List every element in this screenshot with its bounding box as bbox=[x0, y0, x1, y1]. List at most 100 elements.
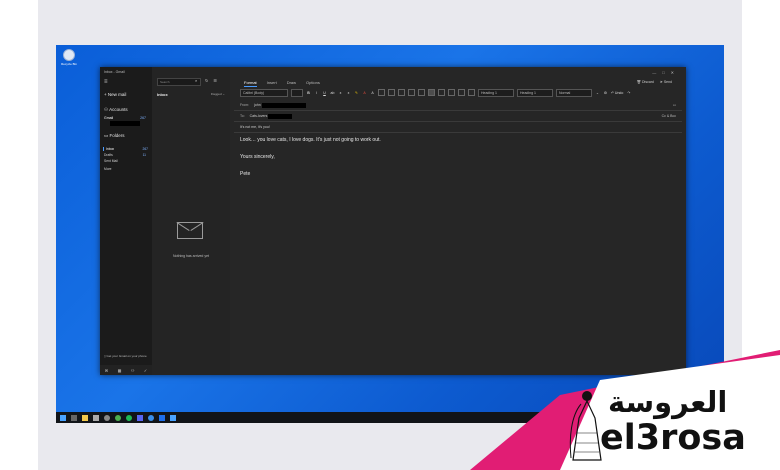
chrome-icon[interactable] bbox=[115, 414, 121, 421]
cc-bcc-button[interactable]: Cc & Bcc bbox=[662, 112, 676, 121]
heading-1-style[interactable]: Heading 1 bbox=[478, 88, 514, 97]
redo-icon[interactable]: ↷ bbox=[626, 91, 631, 95]
bullets-icon[interactable] bbox=[378, 89, 385, 96]
indent-icon[interactable] bbox=[408, 89, 415, 96]
send-label: Send bbox=[663, 80, 672, 84]
windows-start-icon[interactable] bbox=[60, 414, 66, 421]
to-field[interactable]: To: Cats-lovers Cc & Bcc bbox=[234, 112, 682, 122]
body-line: Look… you love cats, I love dogs. It's j… bbox=[240, 137, 381, 143]
settings-icon[interactable] bbox=[93, 414, 99, 421]
discard-label: Discard bbox=[642, 80, 654, 84]
format-ribbon: Calibri (Body) B I U ab x x ✎ A A Headin… bbox=[240, 88, 676, 97]
discard-button[interactable]: 🗑 Discard bbox=[637, 80, 654, 84]
font-size-dropdown[interactable] bbox=[291, 88, 303, 97]
subscript-button[interactable]: x bbox=[338, 91, 343, 95]
font-color-icon[interactable]: A bbox=[362, 91, 367, 95]
brand-latin: el3rosa bbox=[600, 418, 746, 458]
filter-icon[interactable]: ☰ bbox=[213, 78, 222, 83]
calendar-icon[interactable]: ▦ bbox=[118, 368, 122, 373]
folder-count: 267 bbox=[142, 147, 148, 151]
popout-icon[interactable]: ▭ bbox=[673, 101, 676, 110]
tab-insert[interactable]: Insert bbox=[267, 80, 277, 87]
numbering-icon[interactable] bbox=[388, 89, 395, 96]
align-center-icon[interactable] bbox=[438, 89, 445, 96]
to-label: To: bbox=[240, 114, 245, 118]
spotify-icon[interactable] bbox=[126, 414, 132, 421]
paragraph-icon[interactable] bbox=[418, 89, 425, 96]
tab-draw[interactable]: Draw bbox=[287, 80, 296, 87]
underline-button[interactable]: U bbox=[322, 91, 327, 95]
clock-icon[interactable] bbox=[104, 414, 110, 421]
bride-logo-icon bbox=[569, 391, 602, 461]
from-value: john bbox=[254, 103, 261, 107]
person-icon: ⚇ bbox=[104, 107, 109, 112]
strikethrough-button[interactable]: ab bbox=[330, 91, 335, 95]
normal-style[interactable]: Normal bbox=[556, 88, 592, 97]
message-list: Search ⌕ ↻☰ Inbox Flagged ⌄ Nothing has … bbox=[152, 67, 231, 375]
folder-item-sent[interactable]: Sent Mail bbox=[104, 159, 148, 163]
trash-icon: 🗑 bbox=[636, 80, 642, 84]
phone-icon: ▯ bbox=[104, 354, 106, 358]
photoshop-icon[interactable] bbox=[159, 414, 165, 421]
search-icon[interactable]: ⌕ bbox=[195, 78, 197, 83]
todo-icon[interactable]: ✓ bbox=[144, 368, 147, 373]
accounts-header[interactable]: ⚇ Accounts bbox=[104, 107, 128, 113]
close-icon[interactable]: ✕ bbox=[671, 70, 680, 75]
maximize-icon[interactable]: □ bbox=[662, 70, 670, 75]
settings-icon[interactable]: ⚙ bbox=[603, 91, 608, 95]
folders-header[interactable]: ▭ Folders bbox=[104, 133, 125, 139]
styles-more-icon[interactable]: ⌄ bbox=[595, 91, 600, 95]
desktop-icon-label: Recycle Bin bbox=[61, 62, 77, 66]
compose-pane: —□✕ Format Insert Draw Options 🗑 Discard… bbox=[230, 67, 686, 375]
hamburger-icon[interactable]: ≡ bbox=[104, 79, 108, 85]
account-name: Gmail bbox=[104, 116, 114, 120]
redacted-email bbox=[110, 121, 140, 126]
redacted-from bbox=[261, 102, 306, 108]
mail-app-icon[interactable] bbox=[170, 414, 176, 421]
from-field[interactable]: From: john ▭ bbox=[234, 101, 682, 111]
search-icon[interactable] bbox=[71, 414, 77, 421]
account-item[interactable]: Gmail 267 bbox=[104, 116, 148, 120]
font-dropdown[interactable]: Calibri (Body) bbox=[240, 88, 288, 97]
folder-count: 11 bbox=[142, 153, 146, 157]
people-icon[interactable]: ⚇ bbox=[131, 368, 135, 373]
app-icon[interactable] bbox=[137, 414, 143, 421]
italic-button[interactable]: I bbox=[314, 91, 319, 95]
outdent-icon[interactable] bbox=[398, 89, 405, 96]
new-mail-button[interactable]: + New mail bbox=[104, 92, 126, 97]
file-explorer-icon[interactable] bbox=[82, 414, 88, 421]
folder-label: Inbox bbox=[106, 147, 115, 151]
line-spacing-icon[interactable] bbox=[468, 89, 475, 96]
nav-pane: Inbox - Gmail ≡ + New mail ⚇ Accounts Gm… bbox=[100, 67, 152, 375]
tab-options[interactable]: Options bbox=[306, 80, 320, 87]
recycle-bin-desktop-icon[interactable]: Recycle Bin bbox=[58, 49, 80, 66]
mail-icon[interactable]: ✉ bbox=[105, 368, 108, 373]
align-left-icon[interactable] bbox=[428, 89, 435, 96]
subject-field[interactable]: It's not me, it's you! bbox=[234, 123, 682, 133]
clear-format-icon[interactable]: A bbox=[370, 91, 375, 95]
undo-icon: ↶ bbox=[611, 90, 614, 95]
message-body[interactable]: Look… you love cats, I love dogs. It's j… bbox=[240, 137, 381, 188]
browser-icon[interactable] bbox=[148, 414, 154, 421]
folder-item-more[interactable]: More bbox=[104, 167, 148, 171]
filter-label: Flagged bbox=[210, 92, 222, 96]
envelope-icon bbox=[177, 222, 203, 239]
phone-promo[interactable]: ▯ Get your Gmail on your phone bbox=[104, 354, 148, 358]
nav-bottom-bar: ✉ ▦ ⚇ ✓ bbox=[100, 365, 152, 375]
minimize-icon[interactable]: — bbox=[652, 70, 662, 75]
filter-dropdown[interactable]: Flagged ⌄ bbox=[211, 92, 225, 96]
superscript-button[interactable]: x bbox=[346, 91, 351, 95]
undo-button[interactable]: ↶ Undo bbox=[611, 91, 623, 95]
align-right-icon[interactable] bbox=[448, 89, 455, 96]
tab-format[interactable]: Format bbox=[244, 80, 257, 87]
folder-item-drafts[interactable]: Drafts 11 bbox=[104, 153, 148, 157]
bold-button[interactable]: B bbox=[306, 91, 311, 95]
folder-item-inbox[interactable]: Inbox 267 bbox=[103, 147, 150, 151]
send-button[interactable]: ➤ Send bbox=[660, 80, 672, 84]
list-header: Inbox bbox=[157, 92, 168, 97]
accounts-label: Accounts bbox=[109, 107, 128, 112]
heading-2-style[interactable]: Heading 1 bbox=[517, 88, 553, 97]
justify-icon[interactable] bbox=[458, 89, 465, 96]
highlight-icon[interactable]: ✎ bbox=[354, 91, 359, 95]
folder-label: Drafts bbox=[104, 153, 113, 157]
